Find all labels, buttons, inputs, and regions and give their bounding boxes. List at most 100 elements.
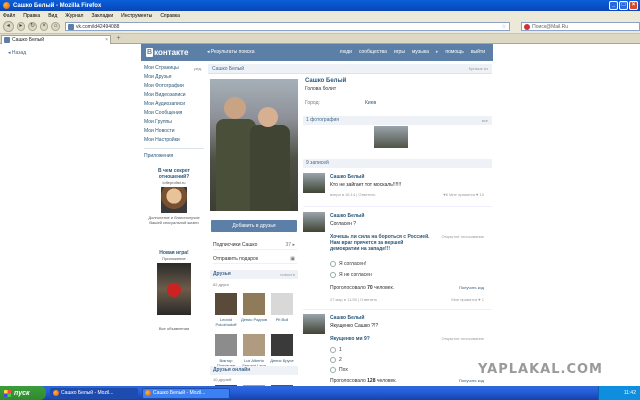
friend-item[interactable]: Денис Роднов xyxy=(241,293,267,322)
ad-image[interactable] xyxy=(157,263,191,315)
post-meta[interactable]: 27 мар в 11:55 | Ответить xyxy=(330,297,377,302)
city-value[interactable]: Киев xyxy=(365,100,376,106)
friend-avatar[interactable] xyxy=(271,293,293,315)
friend-avatar[interactable] xyxy=(215,334,237,356)
bookmark-star-icon[interactable]: ☆ xyxy=(502,23,506,31)
friend-avatar[interactable] xyxy=(271,334,293,356)
poll-option-label[interactable]: 1 xyxy=(339,347,342,353)
ad-title[interactable]: В чем секрет отношений? xyxy=(146,168,202,180)
nav-logout[interactable]: выйти xyxy=(471,48,485,57)
like-button[interactable]: Мне нравится ♥ 1 xyxy=(451,297,484,302)
nav-help[interactable]: помощь xyxy=(445,48,463,57)
friend-item[interactable]: Lux Alberto Servant Lapa xyxy=(241,334,267,368)
photo-thumbnail[interactable] xyxy=(374,126,408,148)
taskbar-item[interactable]: Сашко Белый - Mozil... xyxy=(142,387,230,399)
post-author-avatar[interactable] xyxy=(303,212,325,232)
all-ads-link[interactable]: Все объявления xyxy=(146,326,202,331)
menu-file[interactable]: Файл xyxy=(3,13,15,19)
post-author[interactable]: Сашко Белый xyxy=(330,174,364,180)
menu-bookmarks[interactable]: Закладки xyxy=(91,13,113,19)
get-code-link[interactable]: Получить код xyxy=(459,378,484,383)
home-icon[interactable]: ⌂ xyxy=(51,22,61,31)
menu-edit[interactable]: Правка xyxy=(23,13,40,19)
start-button[interactable]: пуск xyxy=(0,386,46,400)
menu-my-groups[interactable]: Мои Группы xyxy=(144,118,204,127)
stop-icon[interactable]: × xyxy=(39,22,49,31)
poll-option[interactable]: Я не согласен xyxy=(330,272,372,278)
radio-icon[interactable] xyxy=(330,347,336,353)
poll-option[interactable]: Пох xyxy=(330,367,348,373)
poll-option-label[interactable]: 2 xyxy=(339,357,342,363)
online-friends-header[interactable]: Друзья онлайн xyxy=(210,366,298,375)
send-gift-link[interactable]: Отправить подарок ▣ xyxy=(213,254,297,264)
post-author[interactable]: Сашко Белый xyxy=(330,213,364,219)
friend-avatar[interactable] xyxy=(243,334,265,356)
menu-tools[interactable]: Инструменты xyxy=(121,13,152,19)
friend-name[interactable]: Pit Bull xyxy=(276,317,288,322)
friend-item[interactable]: Виктор Поповцев xyxy=(213,334,239,368)
player-play-icon[interactable]: ▸ xyxy=(436,48,439,57)
vk-logo[interactable]: В контакте xyxy=(146,47,188,57)
friends-news-link[interactable]: новости xyxy=(280,270,295,279)
poll-option-label[interactable]: Я согласен! xyxy=(339,261,366,267)
friend-item[interactable]: Leonid Polozhodoff xyxy=(213,293,239,327)
radio-icon[interactable] xyxy=(330,272,336,278)
friend-name[interactable]: Leonid Polozhodoff xyxy=(215,317,236,327)
poll-option-label[interactable]: Пох xyxy=(339,367,348,373)
poll-option[interactable]: 1 xyxy=(330,347,342,353)
minimize-button[interactable]: _ xyxy=(609,1,618,10)
add-friend-button[interactable]: Добавить в друзья xyxy=(211,220,297,232)
reload-icon[interactable]: ↻ xyxy=(28,22,37,31)
url-bar[interactable]: vk.com/id42494088 ☆ xyxy=(65,22,511,31)
menu-applications[interactable]: Приложения xyxy=(144,152,204,161)
tab-close-icon[interactable]: × xyxy=(105,36,108,44)
get-code-link[interactable]: Получить код xyxy=(459,285,484,290)
post-author[interactable]: Сашко Белый xyxy=(330,315,364,321)
nav-communities[interactable]: сообщества xyxy=(359,48,387,57)
profile-status[interactable]: Голова болит xyxy=(305,86,336,92)
maximize-button[interactable]: □ xyxy=(619,1,628,10)
menu-my-videos[interactable]: Мои Видеозаписи xyxy=(144,91,204,100)
photos-section-header[interactable]: 1 фотография все xyxy=(303,116,492,125)
poll-option-label[interactable]: Я не согласен xyxy=(339,272,372,278)
radio-icon[interactable] xyxy=(330,261,336,267)
menu-history[interactable]: Журнал xyxy=(65,13,83,19)
friends-section-header[interactable]: Друзья новости xyxy=(210,270,298,279)
poll-option[interactable]: Я согласен! xyxy=(330,261,366,267)
profile-edit-link[interactable]: Кривые из xyxy=(469,65,488,73)
new-tab-button[interactable]: + xyxy=(114,35,123,44)
friend-avatar[interactable] xyxy=(215,293,237,315)
back-link[interactable]: ◂ Назад xyxy=(8,50,26,56)
radio-icon[interactable] xyxy=(330,357,336,363)
friend-name[interactable]: Денис Брусе xyxy=(270,358,293,363)
tab-active[interactable]: Сашко Белый × xyxy=(1,35,111,44)
nav-games[interactable]: игры xyxy=(394,48,405,57)
nav-people[interactable]: люди xyxy=(340,48,352,57)
post-author-avatar[interactable] xyxy=(303,314,325,334)
friend-item[interactable]: Денис Брусе xyxy=(269,334,295,363)
menu-my-photos[interactable]: Мои Фотографии xyxy=(144,82,204,91)
ad-image[interactable] xyxy=(161,187,187,213)
taskbar-item[interactable]: Сашко Белый - Mozil... xyxy=(50,387,138,399)
like-button[interactable]: ♥6 Мне нравится ♥ 10 xyxy=(443,192,484,197)
menu-view[interactable]: Вид xyxy=(48,13,57,19)
ad-block-2[interactable]: Новая игра! Приложение xyxy=(146,250,202,317)
menu-my-audio[interactable]: Мои Аудиозаписи xyxy=(144,100,204,109)
back-arrow-icon[interactable]: ◂ xyxy=(3,21,14,32)
post-author-avatar[interactable] xyxy=(303,173,325,193)
nav-music[interactable]: музыка xyxy=(412,48,429,57)
friend-name[interactable]: Денис Роднов xyxy=(241,317,267,322)
ad-block-1[interactable]: В чем секрет отношений? lofleprofist.ru … xyxy=(146,168,202,225)
friend-item[interactable]: Pit Bull xyxy=(269,293,295,322)
forward-arrow-icon[interactable]: ▸ xyxy=(16,22,26,31)
clock[interactable]: 11:42 xyxy=(624,390,636,396)
menu-my-news[interactable]: Мои Новости xyxy=(144,127,204,136)
menu-my-friends[interactable]: Мои Друзья xyxy=(144,73,204,82)
menu-my-messages[interactable]: Мои Сообщения xyxy=(144,109,204,118)
profile-photo[interactable] xyxy=(210,79,298,211)
search-results-link[interactable]: ◂ Результаты поиска xyxy=(207,48,254,57)
menu-my-settings[interactable]: Мои Настройки xyxy=(144,136,204,145)
close-button[interactable]: × xyxy=(629,1,638,10)
menu-help[interactable]: Справка xyxy=(160,13,180,19)
poll-option[interactable]: 2 xyxy=(330,357,342,363)
